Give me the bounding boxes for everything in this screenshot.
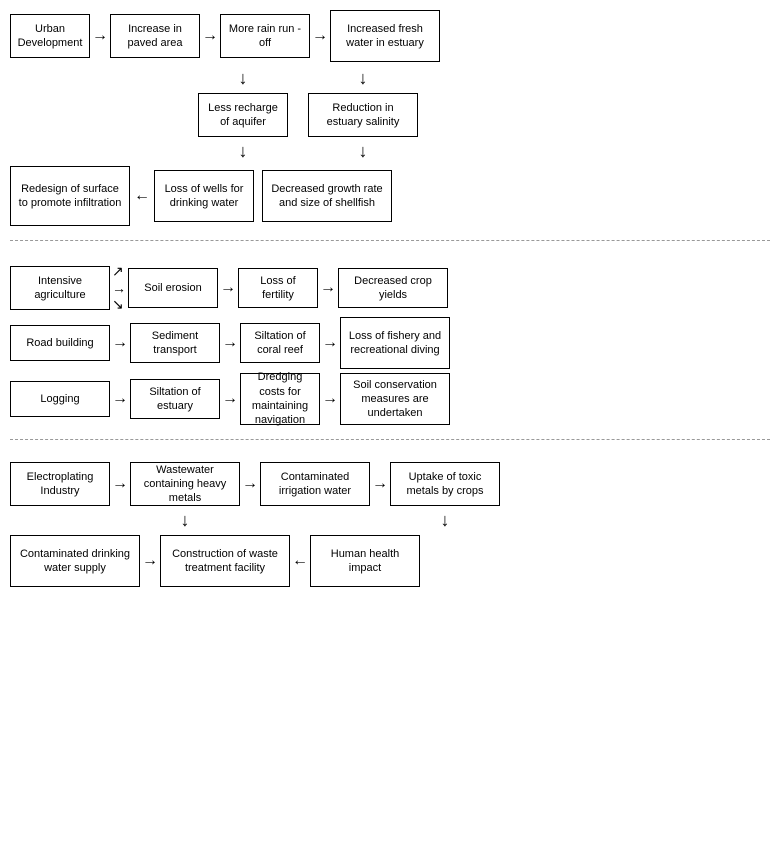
arrow-siltation-dredging: [222, 390, 238, 408]
box-dredging-costs: Dredging costs for maintaining navigatio…: [240, 373, 320, 425]
box-intensive-ag: Intensive agriculture: [10, 266, 110, 310]
arrow-down-uptake: ↓: [441, 510, 450, 531]
box-soil-conservation: Soil conservation measures are undertake…: [340, 373, 450, 425]
box-electroplating: Electroplating Industry: [10, 462, 110, 506]
arrow-dredging-conservation: [322, 390, 338, 408]
arrow-road-sediment: [112, 334, 128, 352]
arrow-down-fresh: ↓: [359, 68, 368, 89]
box-logging: Logging: [10, 381, 110, 417]
arrow-ag-right: →: [112, 280, 126, 296]
arrow-down-salinity: ↓: [359, 141, 368, 162]
box-uptake-toxic: Uptake of toxic metals by crops: [390, 462, 500, 506]
arrow-3: [312, 27, 328, 45]
arrow-sediment-coral: [222, 334, 238, 352]
arrow-elec-waste: [112, 475, 128, 493]
arrow-down-rain: ↓: [239, 68, 248, 89]
box-wastewater: Wastewater containing heavy metals: [130, 462, 240, 506]
box-loss-wells: Loss of wells for drinking water: [154, 170, 254, 222]
arrow-fertility-crop: [320, 279, 336, 297]
arrow-waste-contam: [242, 475, 258, 493]
box-paved-area: Increase in paved area: [110, 14, 200, 58]
arrow-1: [92, 27, 108, 45]
arrow-coral-fishery: [322, 334, 338, 352]
box-construction-waste: Construction of waste treatment facility: [160, 535, 290, 587]
box-loss-fishery: Loss of fishery and recreational diving: [340, 317, 450, 369]
box-loss-fertility: Loss of fertility: [238, 268, 318, 308]
arrow-down-recharge: ↓: [239, 141, 248, 162]
section-urban: Urban Development Increase in paved area…: [10, 10, 770, 241]
box-decreased-growth: Decreased growth rate and size of shellf…: [262, 170, 392, 222]
box-reduction-salinity: Reduction in estuary salinity: [308, 93, 418, 137]
box-siltation-coral: Siltation of coral reef: [240, 323, 320, 363]
arrow-ag-down: ↘: [112, 296, 126, 313]
section-industry: Electroplating Industry Wastewater conta…: [10, 458, 770, 597]
arrow-2: [202, 27, 218, 45]
arrow-redesign-left: [134, 187, 150, 205]
box-redesign: Redesign of surface to promote infiltrat…: [10, 166, 130, 226]
box-soil-erosion: Soil erosion: [128, 268, 218, 308]
flow-diagram: Urban Development Increase in paved area…: [10, 10, 770, 597]
arrow-health-construction: [292, 552, 308, 570]
arrow-drinking-construction: [142, 552, 158, 570]
box-siltation-estuary: Siltation of estuary: [130, 379, 220, 419]
arrow-logging-siltation: [112, 390, 128, 408]
arrow-contam-uptake: [372, 475, 388, 493]
box-sediment-transport: Sediment transport: [130, 323, 220, 363]
box-urban-dev: Urban Development: [10, 14, 90, 58]
box-road-building: Road building: [10, 325, 110, 361]
box-human-health: Human health impact: [310, 535, 420, 587]
section-agriculture: Intensive agriculture ↗ → ↘ Soil erosion…: [10, 259, 770, 440]
arrow-down-wastewater: ↓: [181, 510, 190, 531]
arrow-soil-loss: [220, 279, 236, 297]
arrow-ag-up: ↗: [112, 263, 126, 280]
box-decreased-crop: Decreased crop yields: [338, 268, 448, 308]
box-contaminated-drinking: Contaminated drinking water supply: [10, 535, 140, 587]
box-contaminated-irrigation: Contaminated irrigation water: [260, 462, 370, 506]
box-less-recharge: Less recharge of aquifer: [198, 93, 288, 137]
box-fresh-water: Increased fresh water in estuary: [330, 10, 440, 62]
box-more-rain: More rain run - off: [220, 14, 310, 58]
